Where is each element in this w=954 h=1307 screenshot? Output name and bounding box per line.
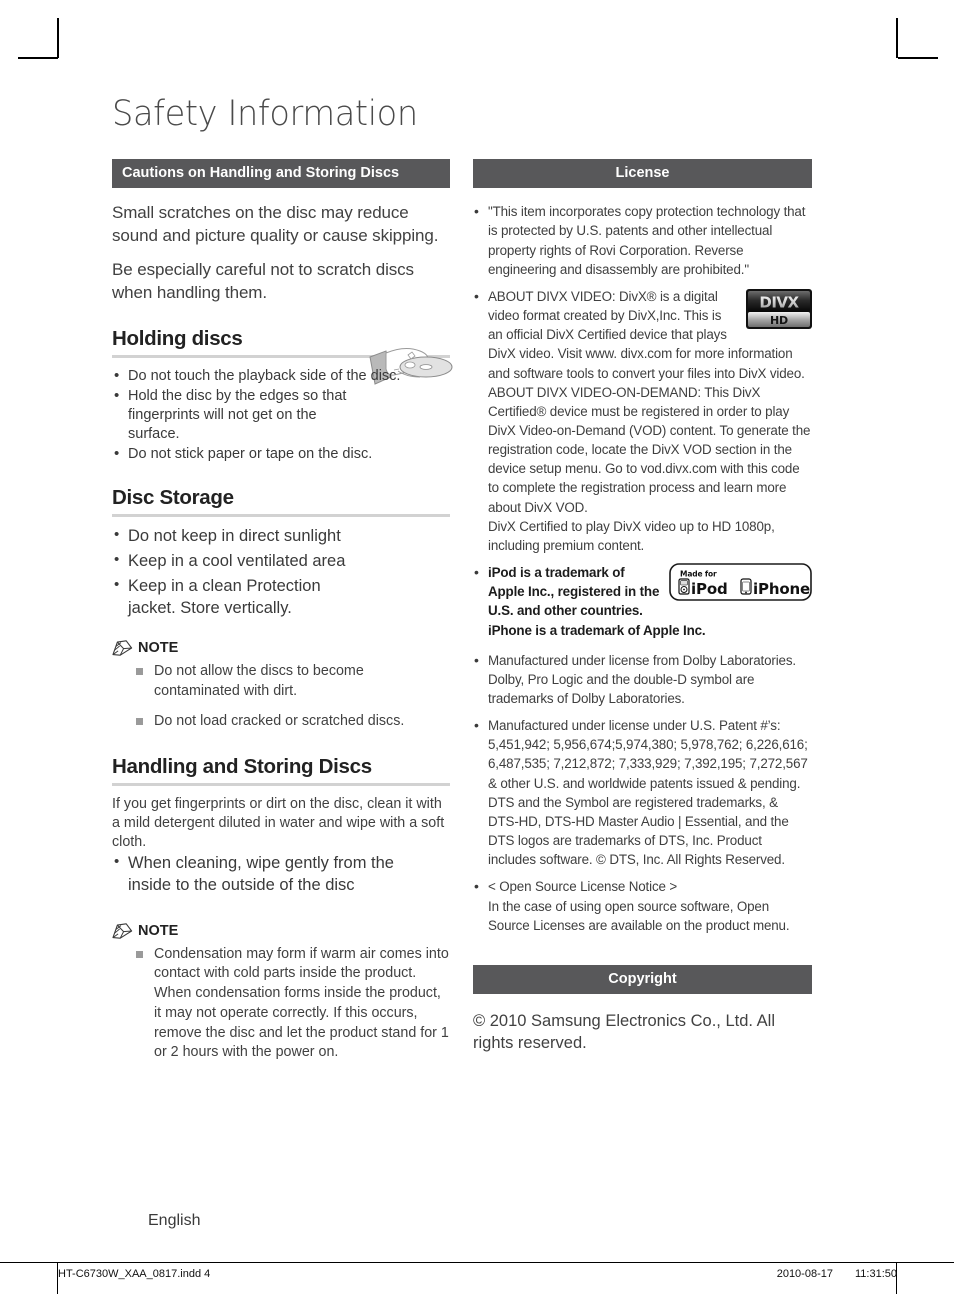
- page-title: Safety Information: [112, 94, 418, 134]
- list-item: Hold the disc by the edges so that finge…: [112, 386, 352, 444]
- license-item-ipod-iphone: Made for iPod iPhone iPod is a trademark…: [473, 562, 812, 640]
- list-item: Do not keep in direct sunlight: [112, 525, 450, 548]
- note-two-list: Condensation may form if warm air comes …: [112, 945, 450, 1063]
- ipod-wordmark: iPod: [691, 580, 728, 598]
- crop-mark-top-right-horizontal: [898, 57, 938, 59]
- page-content: Safety Information Cautions on Handling …: [112, 96, 812, 1063]
- list-item: When cleaning, wipe gently from the insi…: [112, 852, 432, 897]
- footer-date: 2010-08-17: [776, 1268, 833, 1280]
- handling-storing-list: When cleaning, wipe gently from the insi…: [112, 852, 450, 897]
- note-header: NOTE: [112, 923, 450, 939]
- crop-mark-top-left-horizontal: [18, 57, 58, 59]
- pencil-icon: [112, 640, 133, 656]
- heading-rule: [112, 783, 450, 787]
- open-source-body: In the case of using open source softwar…: [488, 898, 790, 933]
- left-column: Cautions on Handling and Storing Discs S…: [112, 158, 453, 1063]
- license-text-dts-trademarks: DTS and the Symbol are registered tradem…: [488, 794, 789, 868]
- heading-disc-storage: Disc Storage: [112, 486, 234, 510]
- heading-rule: [112, 514, 450, 518]
- list-item: Do not load cracked or scratched discs.: [136, 712, 450, 732]
- copyright-text: © 2010 Samsung Electronics Co., Ltd. All…: [473, 1012, 775, 1053]
- iphone-wordmark: iPhone: [753, 580, 810, 598]
- list-item: Condensation may form if warm air comes …: [136, 945, 450, 1063]
- note-header: NOTE: [112, 640, 450, 656]
- right-column: License "This item incorporates copy pro…: [473, 158, 812, 1055]
- heading-handling-storing-discs: Handling and Storing Discs: [112, 755, 372, 779]
- note-block-one: NOTE Do not allow the discs to become co…: [112, 640, 450, 731]
- license-item-divx: DIVX HD ABOUT DIVX VIDEO: DivX® is a dig…: [473, 286, 812, 555]
- note-label: NOTE: [138, 640, 179, 657]
- license-text: "This item incorporates copy protection …: [488, 204, 806, 277]
- license-item-rovi: "This item incorporates copy protection …: [473, 201, 812, 279]
- license-item-dts: Manufactured under license under U.S. Pa…: [473, 715, 812, 869]
- section-bar-cautions: Cautions on Handling and Storing Discs: [112, 158, 450, 189]
- two-column-layout: Cautions on Handling and Storing Discs S…: [112, 158, 812, 1063]
- license-item-open-source: < Open Source License Notice > In the ca…: [473, 876, 812, 934]
- lead-paragraph-2: Be especially careful not to scratch dis…: [112, 260, 414, 303]
- section-bar-license: License: [473, 158, 812, 189]
- divx-hd-logo: DIVX HD: [746, 288, 812, 329]
- section-bar-copyright: Copyright: [473, 964, 812, 995]
- license-text-divx-vod: ABOUT DIVX VIDEO-ON-DEMAND: This DivX Ce…: [488, 384, 811, 515]
- note-block-two: NOTE Condensation may form if warm air c…: [112, 923, 450, 1063]
- footer-filename: HT-C6730W_XAA_0817.indd 4: [58, 1268, 211, 1280]
- divx-wordmark: DIVX: [759, 293, 799, 311]
- list-item: Keep in a cool ventilated area: [112, 550, 450, 573]
- made-for-text: Made for: [680, 570, 717, 579]
- list-item: Do not stick paper or tape on the disc.: [112, 444, 450, 464]
- footer-divider: [0, 1262, 954, 1263]
- pencil-icon: [112, 922, 133, 939]
- crop-mark-top-right-vertical: [896, 18, 898, 58]
- license-text-iphone: iPhone is a trademark of Apple Inc.: [488, 622, 706, 638]
- handling-storing-intro: If you get fingerprints or dirt on the d…: [112, 796, 445, 850]
- crop-mark-top-left-vertical: [57, 18, 59, 58]
- license-text-dolby: Manufactured under license from Dolby La…: [488, 652, 796, 706]
- language-label: English: [148, 1212, 201, 1229]
- footer-time: 11:31:50: [854, 1268, 897, 1280]
- list-item: Do not touch the playback side of the di…: [112, 366, 450, 386]
- open-source-title: < Open Source License Notice >: [488, 879, 678, 895]
- license-list: "This item incorporates copy protection …: [473, 201, 812, 935]
- note-one-list: Do not allow the discs to become contami…: [112, 662, 450, 731]
- list-item: Do not allow the discs to become contami…: [136, 662, 450, 701]
- note-label: NOTE: [138, 922, 179, 939]
- list-item: Keep in a clean Protection jacket. Store…: [112, 575, 372, 620]
- license-item-dolby: Manufactured under license from Dolby La…: [473, 650, 812, 708]
- lead-paragraph-1: Small scratches on the disc may reduce s…: [112, 203, 439, 245]
- footer-timestamp: 2010-08-17 11:31:50: [777, 1268, 897, 1280]
- holding-discs-section: Holding discs Do not touch the playback …: [112, 327, 453, 465]
- holding-discs-list: Do not touch the playback side of the di…: [112, 366, 450, 465]
- made-for-ipod-iphone-badge: Made for iPod iPhone: [669, 563, 812, 601]
- license-text-divx-hd: DivX Certified to play DivX video up to …: [488, 518, 775, 553]
- disc-storage-list: Do not keep in direct sunlight Keep in a…: [112, 525, 450, 620]
- license-text-dts-patents: Manufactured under license under U.S. Pa…: [488, 718, 808, 791]
- hd-wordmark: HD: [770, 314, 788, 327]
